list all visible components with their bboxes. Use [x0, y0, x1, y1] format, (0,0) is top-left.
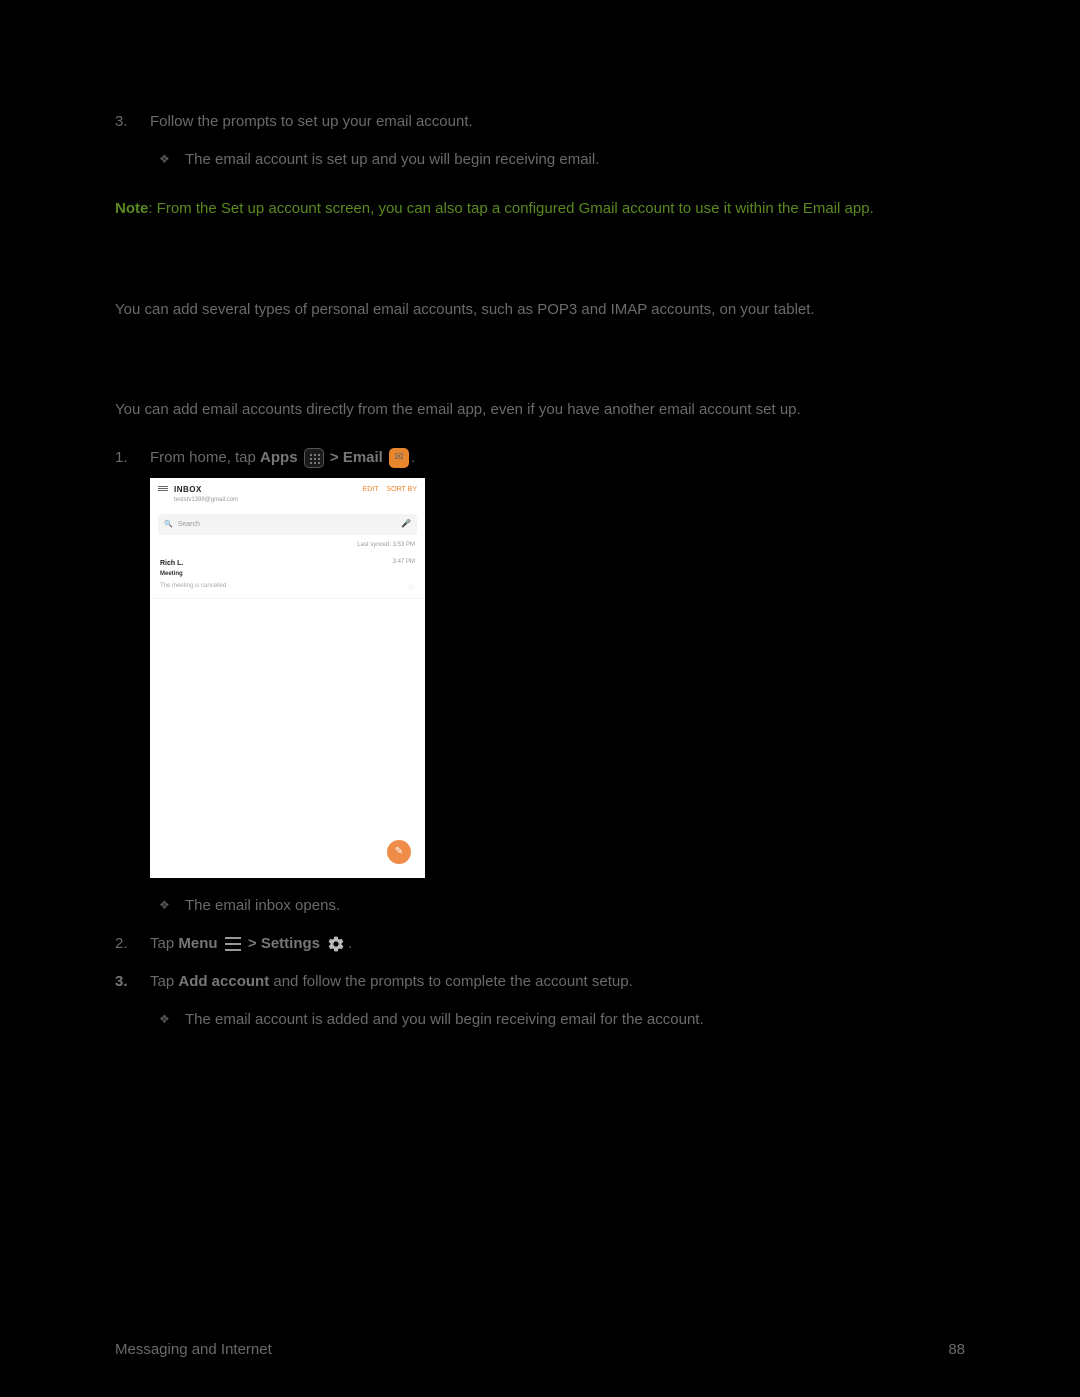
list-item-3: 3. Follow the prompts to set up your ema… — [150, 110, 965, 172]
sub-item-text: The email account is set up and you will… — [185, 151, 599, 168]
search-icon: 🔍 — [164, 519, 173, 530]
ss-time: 3:47 PM — [393, 558, 415, 569]
ss-menu-icon — [158, 486, 168, 491]
email-label: Email — [343, 449, 383, 466]
compose-fab-icon: ✎ — [387, 840, 411, 864]
diamond-bullet-icon: ❖ — [159, 150, 170, 169]
settings-gear-icon — [327, 935, 345, 953]
step-number: 3. — [115, 970, 128, 994]
star-icon: ☆ — [407, 580, 415, 594]
ss-search-bar: 🔍 Search 🎤 — [158, 514, 417, 535]
step-text-pre: From home, tap — [150, 449, 260, 466]
ss-sort-action: SORT BY — [387, 484, 417, 495]
ss-account-email: teststv1398@gmail.com — [174, 496, 363, 506]
note-block: Note: From the Set up account screen, yo… — [115, 196, 965, 222]
list-number: 3. — [115, 110, 128, 134]
step-1-sub: ❖ The email inbox opens. — [185, 894, 965, 918]
diamond-bullet-icon: ❖ — [159, 896, 170, 915]
step-2: 2. Tap Menu > Settings . — [150, 932, 965, 956]
list-text: Follow the prompts to set up your email … — [150, 113, 473, 130]
step-number: 1. — [115, 446, 128, 470]
ss-edit-action: EDIT — [363, 484, 379, 495]
step-text-pre: Tap — [150, 973, 178, 990]
note-label: Note — [115, 200, 148, 217]
step-text-post: and follow the prompts to complete the a… — [269, 973, 633, 990]
email-inbox-screenshot: INBOX teststv1398@gmail.com EDIT SORT BY… — [150, 478, 425, 878]
menu-label: Menu — [178, 935, 217, 952]
email-icon: ✉ — [389, 448, 409, 468]
add-account-label: Add account — [178, 973, 269, 990]
microphone-icon: 🎤 — [401, 518, 411, 531]
separator: > — [330, 449, 343, 466]
diamond-bullet-icon: ❖ — [159, 1010, 170, 1029]
ss-subject: Meeting — [160, 570, 415, 580]
ss-sender: Rich L. — [160, 558, 183, 569]
footer-page-number: 88 — [948, 1338, 965, 1362]
step-text-post: . — [411, 449, 415, 466]
intro-paragraph-1: You can add several types of personal em… — [115, 298, 965, 322]
sub-list-item: ❖ The email account is set up and you wi… — [185, 148, 965, 172]
sub-item-text: The email account is added and you will … — [185, 1011, 704, 1028]
ss-inbox-label: INBOX — [174, 484, 363, 497]
step-1: 1. From home, tap Apps > Email ✉. INBOX … — [150, 446, 965, 918]
sub-item-text: The email inbox opens. — [185, 897, 340, 914]
step-text-pre: Tap — [150, 935, 178, 952]
note-text: : From the Set up account screen, you ca… — [148, 200, 873, 217]
page-footer: Messaging and Internet 88 — [115, 1338, 965, 1362]
separator: > — [248, 935, 261, 952]
ss-message-row: Rich L. 3:47 PM Meeting The meeting is c… — [150, 554, 425, 599]
step-3-sub: ❖ The email account is added and you wil… — [185, 1008, 965, 1032]
ss-last-synced: Last synced: 3:53 PM — [150, 541, 425, 555]
menu-icon — [225, 937, 241, 951]
step-text-post: . — [348, 935, 352, 952]
intro-paragraph-2: You can add email accounts directly from… — [115, 398, 965, 422]
step-3: 3. Tap Add account and follow the prompt… — [150, 970, 965, 1032]
step-number: 2. — [115, 932, 128, 956]
apps-label: Apps — [260, 449, 298, 466]
ss-search-placeholder: Search — [178, 519, 200, 530]
apps-icon — [304, 448, 324, 468]
settings-label: Settings — [261, 935, 320, 952]
ss-preview-text: The meeting is cancelled — [160, 582, 226, 592]
footer-section-title: Messaging and Internet — [115, 1338, 272, 1362]
